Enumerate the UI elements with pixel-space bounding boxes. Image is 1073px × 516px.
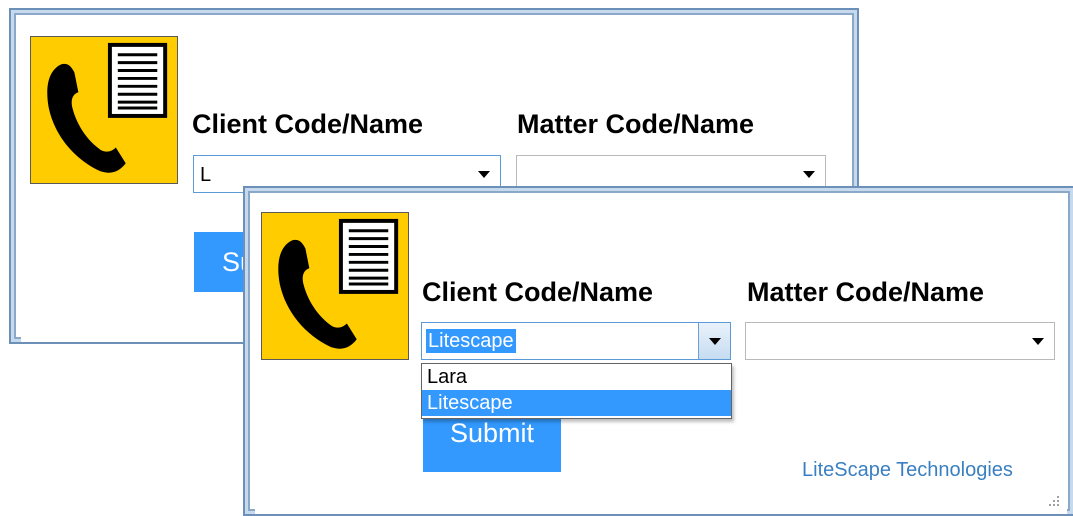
client-code-label: Client Code/Name (422, 277, 654, 307)
dropdown-option-lara[interactable]: Lara (422, 364, 731, 390)
client-code-combobox[interactable]: Litescape (421, 322, 731, 360)
litescape-link[interactable]: LiteScape Technologies (802, 459, 1013, 482)
dropdown-button[interactable] (698, 323, 730, 359)
dropdown-option-litescape[interactable]: Litescape (422, 390, 731, 416)
chevron-down-icon[interactable] (1032, 338, 1044, 345)
chevron-down-icon[interactable] (478, 171, 490, 178)
client-code-label: Client Code/Name (192, 109, 424, 139)
matter-code-label: Matter Code/Name (517, 109, 755, 139)
client-code-dropdown-list: Lara Litescape (421, 363, 732, 419)
client-code-value[interactable]: Litescape (426, 329, 516, 353)
matter-code-combobox[interactable] (745, 322, 1055, 360)
submit-button[interactable]: Submit (423, 414, 561, 472)
matter-code-label: Matter Code/Name (747, 277, 985, 307)
front-window-content: Client Code/Name Matter Code/Name Litesc… (255, 198, 1067, 514)
chevron-down-icon[interactable] (803, 171, 815, 178)
front-window: Client Code/Name Matter Code/Name Litesc… (243, 186, 1073, 516)
phone-with-list-icon (30, 36, 178, 184)
phone-with-list-icon (261, 212, 409, 360)
client-code-value: L (200, 164, 212, 186)
chevron-down-icon (709, 338, 721, 345)
